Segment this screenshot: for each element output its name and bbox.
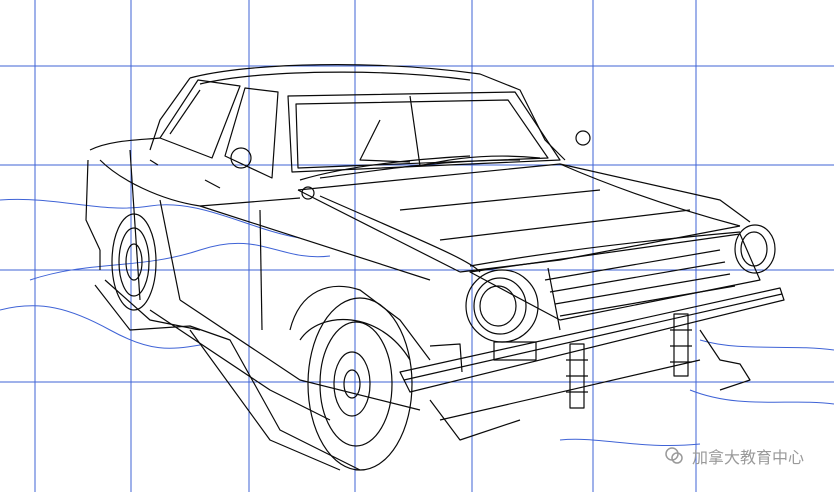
- car-wireframe-drawing: [0, 0, 834, 492]
- watermark-text: 加拿大教育中心: [691, 448, 804, 467]
- reference-grid: [0, 0, 834, 492]
- wechat-icon: [665, 447, 683, 464]
- car-body-lines: [85, 64, 785, 471]
- watermark: 加拿大教育中心: [664, 444, 804, 468]
